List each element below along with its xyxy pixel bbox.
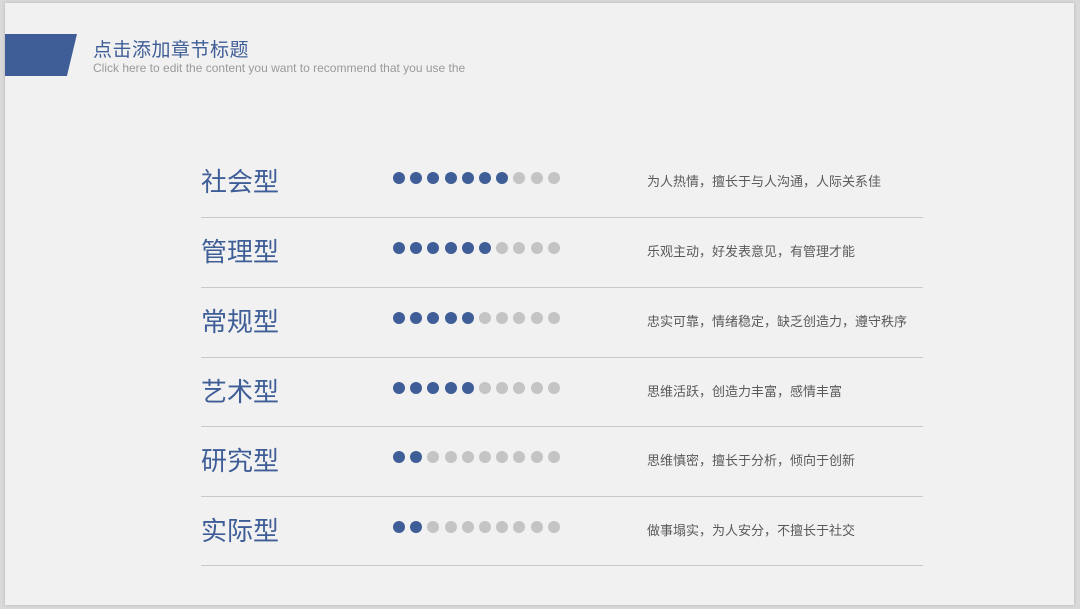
rating-dots <box>393 241 565 254</box>
rating-dots <box>393 451 565 463</box>
rating-dot-filled <box>393 381 405 394</box>
type-name: 实际型 <box>201 516 280 547</box>
rating-dot-empty <box>478 381 491 394</box>
rating-dot-filled <box>461 172 474 184</box>
rating-dot-filled <box>427 311 440 324</box>
slide: 点击添加章节标题 Click here to edit the content … <box>5 3 1074 605</box>
rating-dots <box>393 311 565 324</box>
rating-dot-empty <box>496 311 509 324</box>
section-title[interactable]: 点击添加章节标题 <box>93 35 249 62</box>
rating-dot-empty <box>513 172 526 184</box>
rating-dot-empty <box>513 451 526 463</box>
type-description: 乐观主动，好发表意见，有管理才能 <box>647 244 856 260</box>
type-description: 忠实可靠，情绪稳定，缺乏创造力，遵守秩序 <box>647 314 908 330</box>
rating-dot-empty <box>427 520 440 533</box>
rating-dot-empty <box>530 241 543 254</box>
list-item: 常规型 忠实可靠，情绪稳定，缺乏创造力，遵守秩序 <box>201 288 923 358</box>
type-description: 做事塌实，为人安分，不擅长于社交 <box>647 523 856 539</box>
rating-dot-filled <box>444 311 457 324</box>
rating-dot-empty <box>530 520 543 533</box>
list-item: 实际型 做事塌实，为人安分，不擅长于社交 <box>201 497 923 566</box>
rating-dot-filled <box>427 241 440 254</box>
rating-dot-filled <box>444 241 457 254</box>
rating-dot-filled <box>496 172 509 184</box>
rating-dot-empty <box>547 381 560 394</box>
rating-dot-empty <box>513 241 526 254</box>
rating-dot-empty <box>547 311 560 324</box>
type-description: 思维慎密，擅长于分析，倾向于创新 <box>647 454 856 469</box>
type-name: 常规型 <box>201 307 280 338</box>
list-item: 社会型 为人热情，擅长于与人沟通，人际关系佳 <box>201 148 923 218</box>
rating-dot-empty <box>513 311 526 324</box>
rating-dot-filled <box>461 241 474 254</box>
rating-dot-filled <box>393 311 405 324</box>
rating-dot-empty <box>444 520 457 533</box>
rating-dot-filled <box>410 520 423 533</box>
rating-dot-empty <box>530 172 543 184</box>
header-accent-bar <box>5 34 77 76</box>
rating-dot-filled <box>393 241 405 254</box>
rating-dot-filled <box>410 311 423 324</box>
rating-dot-empty <box>461 451 474 463</box>
type-description: 思维活跃，创造力丰富，感情丰富 <box>647 384 843 400</box>
section-subtitle[interactable]: Click here to edit the content you want … <box>93 61 465 75</box>
rating-dot-empty <box>478 451 491 463</box>
rating-dot-empty <box>530 381 543 394</box>
rating-dot-empty <box>496 381 509 394</box>
rating-dot-empty <box>444 451 457 463</box>
type-name: 研究型 <box>201 447 280 477</box>
rating-dot-empty <box>496 241 509 254</box>
type-name: 管理型 <box>201 237 280 268</box>
rating-dot-filled <box>478 172 491 184</box>
rating-dot-filled <box>444 172 457 184</box>
rating-dot-empty <box>513 381 526 394</box>
rating-dot-empty <box>478 520 491 533</box>
rating-dot-empty <box>530 311 543 324</box>
rating-dot-empty <box>547 451 560 463</box>
rating-dot-filled <box>393 172 405 184</box>
rating-dot-empty <box>427 451 440 463</box>
rating-dot-filled <box>478 241 491 254</box>
rating-dot-filled <box>461 311 474 324</box>
rating-dot-filled <box>444 381 457 394</box>
rating-dot-filled <box>393 451 405 463</box>
rating-dots <box>393 381 565 394</box>
rating-dot-empty <box>513 520 526 533</box>
rating-dot-empty <box>461 520 474 533</box>
rating-dot-filled <box>410 381 423 394</box>
rating-dot-empty <box>530 451 543 463</box>
rating-dot-empty <box>547 520 560 533</box>
list-item: 管理型 乐观主动，好发表意见，有管理才能 <box>201 218 923 288</box>
rating-dot-empty <box>496 451 509 463</box>
list-item: 研究型 思维慎密，擅长于分析，倾向于创新 <box>201 427 923 497</box>
rating-dot-filled <box>427 172 440 184</box>
type-description: 为人热情，擅长于与人沟通，人际关系佳 <box>647 175 882 190</box>
rating-dot-empty <box>496 520 509 533</box>
type-name: 艺术型 <box>201 377 280 408</box>
rating-dots <box>393 520 565 533</box>
rating-dot-filled <box>461 381 474 394</box>
rating-dot-filled <box>410 172 423 184</box>
personality-list: 社会型 为人热情，擅长于与人沟通，人际关系佳 管理型 乐观主动，好发表意见，有管… <box>201 148 923 566</box>
rating-dot-empty <box>478 311 491 324</box>
rating-dot-filled <box>393 520 405 533</box>
rating-dot-filled <box>410 451 423 463</box>
rating-dot-filled <box>427 381 440 394</box>
rating-dot-filled <box>410 241 423 254</box>
list-item: 艺术型 思维活跃，创造力丰富，感情丰富 <box>201 358 923 427</box>
rating-dots <box>393 172 565 184</box>
type-name: 社会型 <box>201 168 280 198</box>
rating-dot-empty <box>547 241 560 254</box>
rating-dot-empty <box>547 172 560 184</box>
